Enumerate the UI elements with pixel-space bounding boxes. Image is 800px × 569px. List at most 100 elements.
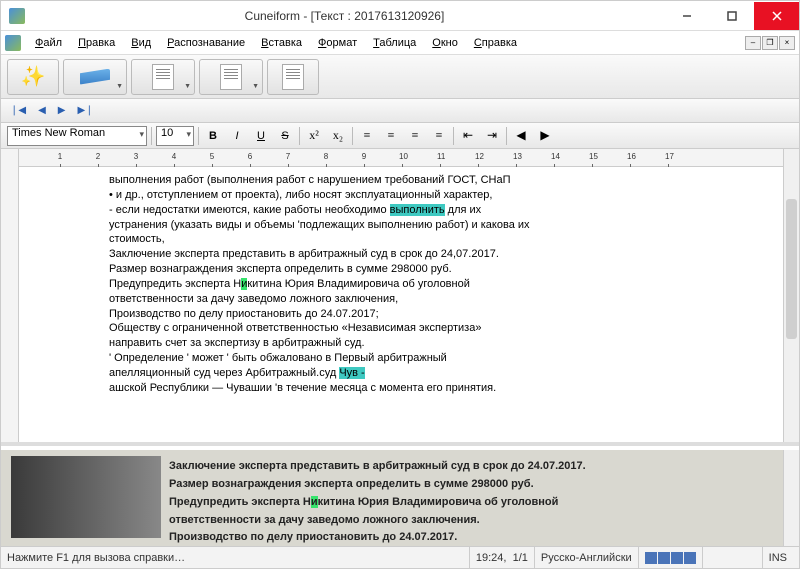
ruler-tick: 8 [323, 152, 329, 161]
ruler-tick: 12 [475, 152, 481, 161]
text-line[interactable]: стоимость, [109, 232, 773, 247]
scrollbar-thumb[interactable] [786, 199, 797, 339]
app-icon [9, 8, 25, 24]
mdi-restore-button[interactable]: ❐ [762, 36, 778, 50]
ruler-tick: 15 [589, 152, 595, 161]
uncertain-char: и [311, 496, 318, 508]
menu-файл[interactable]: Файл [27, 34, 70, 52]
menu-bar: ФайлПравкаВидРаспознаваниеВставкаФорматТ… [1, 31, 799, 55]
status-view-icons[interactable] [638, 547, 702, 568]
image-scrollbar[interactable] [783, 450, 799, 546]
status-empty [702, 547, 762, 568]
maximize-button[interactable] [709, 2, 754, 30]
text-line[interactable]: ответственности за дачу заведомо ложного… [109, 292, 773, 307]
subscript-button[interactable]: x₂ [328, 126, 348, 146]
bold-button[interactable]: B [203, 126, 223, 146]
text-line[interactable]: устранения (указать виды и объемы 'подле… [109, 218, 773, 233]
menu-вид[interactable]: Вид [123, 34, 159, 52]
text-line[interactable]: Обществу с ограниченной ответственностью… [109, 321, 773, 336]
font-combo[interactable]: Times New Roman [7, 126, 147, 146]
title-bar[interactable]: Cuneiform - [Текст : 2017613120926] [1, 1, 799, 31]
view-icon[interactable] [645, 552, 657, 564]
text-line[interactable]: Заключение эксперта представить в арбитр… [109, 247, 773, 262]
source-image-view[interactable]: Заключение эксперта представить в арбитр… [1, 450, 783, 546]
wizard-button[interactable]: ✨ [7, 59, 59, 95]
ruler-tick: 10 [399, 152, 405, 161]
text-line[interactable]: • и др., отступлением от проекта), либо … [109, 188, 773, 203]
status-position: 19:24, 1/1 [469, 547, 534, 568]
last-page-button[interactable]: ▶❘ [74, 103, 96, 118]
prev-uncertain-button[interactable]: ◀ [511, 126, 531, 146]
window-title: Cuneiform - [Текст : 2017613120926] [25, 9, 664, 23]
ruler-tick: 3 [133, 152, 139, 161]
editor-scrollbar[interactable] [783, 149, 799, 442]
align-right-button[interactable]: ≡ [405, 126, 425, 146]
view-icon[interactable] [658, 552, 670, 564]
uncertain-word[interactable]: выполнить [390, 204, 445, 216]
text-line[interactable]: ашской Республики — Чувашии 'в течение м… [109, 381, 773, 396]
menu-вставка[interactable]: Вставка [253, 34, 310, 52]
status-insert-mode[interactable]: INS [762, 547, 793, 568]
font-size-combo[interactable]: 10 [156, 126, 194, 146]
text-editor[interactable]: выполнения работ (выполнения работ с нар… [19, 167, 783, 442]
menu-окно[interactable]: Окно [424, 34, 466, 52]
recognize-button[interactable] [267, 59, 319, 95]
ruler-tick: 5 [209, 152, 215, 161]
app-window: Cuneiform - [Текст : 2017613120926] Файл… [0, 0, 800, 569]
chevron-down-icon: ▼ [184, 83, 191, 90]
superscript-button[interactable]: x² [304, 126, 324, 146]
scan-button[interactable]: ▼ [63, 59, 127, 95]
prev-page-button[interactable]: ◀ [35, 103, 49, 118]
status-hint: Нажмите F1 для вызова справки… [7, 552, 185, 564]
mdi-close-button[interactable]: × [779, 36, 795, 50]
text-line[interactable]: выполнения работ (выполнения работ с нар… [109, 173, 773, 188]
strike-button[interactable]: S [275, 126, 295, 146]
align-left-button[interactable]: ≡ [357, 126, 377, 146]
view-icon[interactable] [684, 552, 696, 564]
text-line[interactable]: направить счет за экспертизу в арбитражн… [109, 336, 773, 351]
view-icon[interactable] [671, 552, 683, 564]
close-button[interactable] [754, 2, 799, 30]
ruler-tick: 7 [285, 152, 291, 161]
nav-toolbar: ❘◀ ◀ ▶ ▶❘ [1, 99, 799, 123]
text-line[interactable]: Предупредить эксперта Никитина Юрия Влад… [109, 277, 773, 292]
text-editor-pane: 1234567891011121314151617 выполнения раб… [1, 149, 799, 446]
italic-button[interactable]: I [227, 126, 247, 146]
menu-правка[interactable]: Правка [70, 34, 123, 52]
indent-decrease-button[interactable]: ⇤ [458, 126, 478, 146]
vertical-ruler[interactable] [1, 149, 19, 442]
text-line[interactable]: ' Определение ' может ' быть обжаловано … [109, 351, 773, 366]
next-page-button[interactable]: ▶ [55, 103, 69, 118]
open-button[interactable]: ▼ [131, 59, 195, 95]
text-line[interactable]: - если недостатки имеются, какие работы … [109, 203, 773, 218]
menu-app-icon [5, 35, 21, 51]
ruler-tick: 16 [627, 152, 633, 161]
ruler-tick: 17 [665, 152, 671, 161]
underline-button[interactable]: U [251, 126, 271, 146]
scanner-icon [80, 69, 110, 85]
menu-таблица[interactable]: Таблица [365, 34, 424, 52]
menu-справка[interactable]: Справка [466, 34, 525, 52]
align-center-button[interactable]: ≡ [381, 126, 401, 146]
indent-increase-button[interactable]: ⇥ [482, 126, 502, 146]
status-language[interactable]: Русско-Английски [534, 547, 638, 568]
mdi-minimize-button[interactable]: – [745, 36, 761, 50]
ruler-tick: 6 [247, 152, 253, 161]
minimize-button[interactable] [664, 2, 709, 30]
horizontal-ruler[interactable]: 1234567891011121314151617 [19, 149, 783, 167]
next-uncertain-button[interactable]: ▶ [535, 126, 555, 146]
ruler-tick: 4 [171, 152, 177, 161]
first-page-button[interactable]: ❘◀ [7, 103, 29, 118]
recognize-icon [282, 64, 304, 90]
text-line[interactable]: апелляционный суд через Арбитражный.суд … [109, 366, 773, 381]
uncertain-word[interactable]: Чув - [339, 367, 364, 379]
text-line[interactable]: Производство по делу приостановить до 24… [109, 307, 773, 322]
align-justify-button[interactable]: ≡ [429, 126, 449, 146]
ruler-tick: 11 [437, 152, 443, 161]
menu-формат[interactable]: Формат [310, 34, 365, 52]
menu-распознавание[interactable]: Распознавание [159, 34, 253, 52]
format-toolbar: Times New Roman 10 B I U S x² x₂ ≡ ≡ ≡ ≡… [1, 123, 799, 149]
status-bar: Нажмите F1 для вызова справки… 19:24, 1/… [1, 546, 799, 568]
text-line[interactable]: Размер вознаграждения эксперта определит… [109, 262, 773, 277]
layout-button[interactable]: ▼ [199, 59, 263, 95]
